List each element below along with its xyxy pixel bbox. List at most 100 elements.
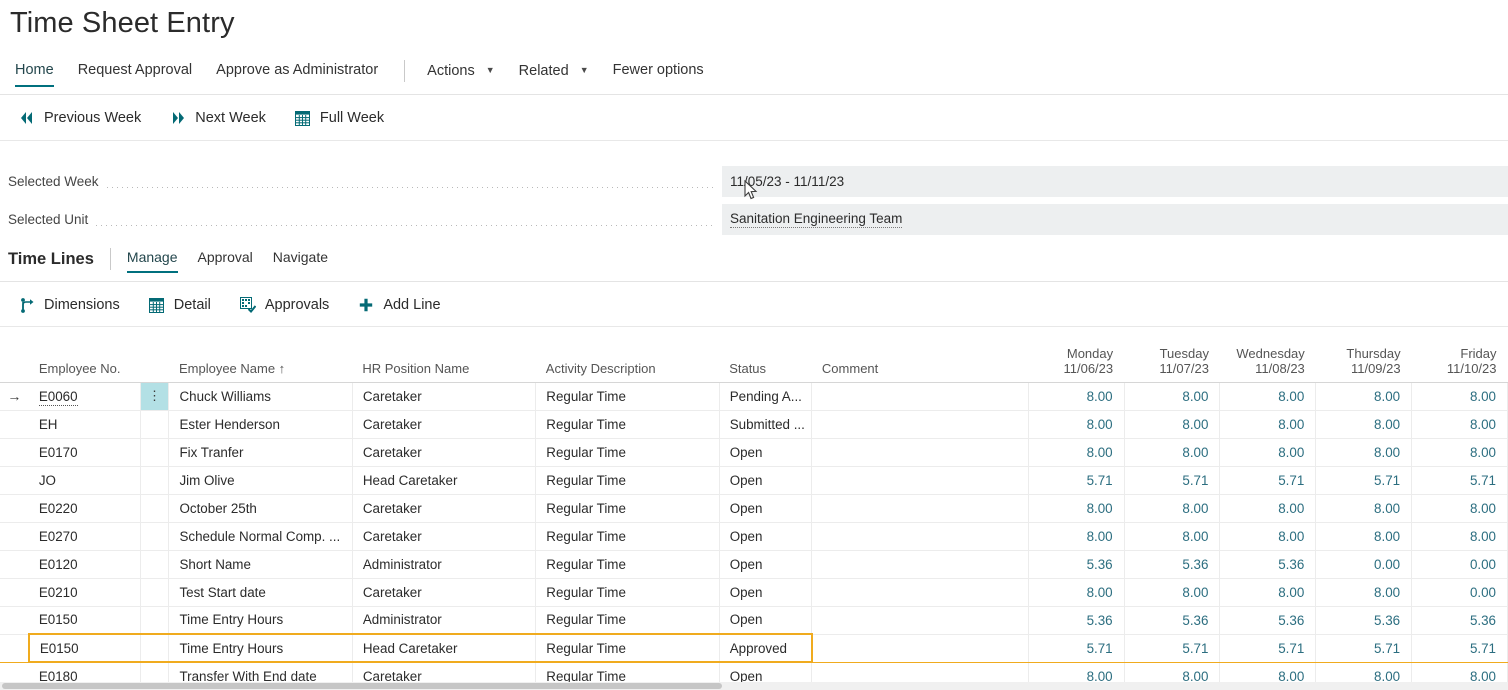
cell-hours-wednesday[interactable]: 8.00 bbox=[1220, 382, 1316, 410]
cell-comment[interactable] bbox=[812, 494, 1028, 522]
cell-status[interactable]: Approved bbox=[719, 634, 812, 662]
column-header-employee-name[interactable]: Employee Name ↑ bbox=[169, 336, 352, 382]
cell-employee-name[interactable]: Transfer With End date bbox=[169, 662, 352, 684]
table-row[interactable]: EHEster HendersonCaretakerRegular TimeSu… bbox=[0, 410, 1508, 438]
cell-hr-position-name[interactable]: Caretaker bbox=[352, 522, 535, 550]
cell-hours-wednesday[interactable]: 5.71 bbox=[1220, 466, 1316, 494]
table-row[interactable]: E0210Test Start dateCaretakerRegular Tim… bbox=[0, 578, 1508, 606]
cell-hours-thursday[interactable]: 8.00 bbox=[1316, 522, 1412, 550]
cell-employee-no[interactable]: EH bbox=[29, 410, 140, 438]
cell-hours-friday[interactable]: 8.00 bbox=[1412, 438, 1508, 466]
column-header-hr-position-name[interactable]: HR Position Name bbox=[352, 336, 535, 382]
cell-hours-friday[interactable]: 5.71 bbox=[1412, 634, 1508, 662]
cell-employee-no[interactable]: E0270 bbox=[29, 522, 140, 550]
cell-hours-thursday[interactable]: 8.00 bbox=[1316, 494, 1412, 522]
menu-item-actions[interactable]: Actions ▼ bbox=[427, 60, 495, 86]
cell-employee-no[interactable]: E0180 bbox=[29, 662, 140, 684]
cell-employee-no[interactable]: E0220 bbox=[29, 494, 140, 522]
cell-hr-position-name[interactable]: Caretaker bbox=[352, 382, 535, 410]
cell-hours-monday[interactable]: 8.00 bbox=[1028, 522, 1124, 550]
cell-hours-thursday[interactable]: 8.00 bbox=[1316, 578, 1412, 606]
cell-hours-tuesday[interactable]: 5.71 bbox=[1124, 466, 1220, 494]
cell-hours-friday[interactable]: 5.71 bbox=[1412, 466, 1508, 494]
column-header-tuesday[interactable]: Tuesday 11/07/23 bbox=[1124, 336, 1220, 382]
cell-status[interactable]: Open bbox=[719, 550, 812, 578]
cell-status[interactable]: Open bbox=[719, 466, 812, 494]
table-row[interactable]: E0170Fix TranferCaretakerRegular TimeOpe… bbox=[0, 438, 1508, 466]
cell-activity-description[interactable]: Regular Time bbox=[536, 410, 719, 438]
cell-hours-tuesday[interactable]: 8.00 bbox=[1124, 382, 1220, 410]
cell-hours-thursday[interactable]: 5.71 bbox=[1316, 634, 1412, 662]
cell-hours-wednesday[interactable]: 8.00 bbox=[1220, 662, 1316, 684]
time-lines-grid[interactable]: Employee No. Employee Name ↑ HR Position… bbox=[0, 336, 1508, 684]
cell-employee-name[interactable]: Test Start date bbox=[169, 578, 352, 606]
cell-hours-monday[interactable]: 8.00 bbox=[1028, 382, 1124, 410]
cell-hours-thursday[interactable]: 8.00 bbox=[1316, 382, 1412, 410]
cell-employee-no[interactable]: E0150 bbox=[29, 606, 140, 634]
tab-manage[interactable]: Manage bbox=[127, 248, 178, 273]
cell-hours-friday[interactable]: 5.36 bbox=[1412, 606, 1508, 634]
cell-comment[interactable] bbox=[812, 634, 1028, 662]
cell-status[interactable]: Submitted ... bbox=[719, 410, 812, 438]
cell-hours-thursday[interactable]: 8.00 bbox=[1316, 410, 1412, 438]
cell-hr-position-name[interactable]: Caretaker bbox=[352, 494, 535, 522]
cell-hours-monday[interactable]: 5.71 bbox=[1028, 634, 1124, 662]
cell-employee-name[interactable]: Ester Henderson bbox=[169, 410, 352, 438]
selected-unit-field[interactable]: Sanitation Engineering Team bbox=[722, 204, 1508, 235]
cell-comment[interactable] bbox=[812, 410, 1028, 438]
cell-status[interactable]: Open bbox=[719, 494, 812, 522]
cell-hours-monday[interactable]: 5.71 bbox=[1028, 466, 1124, 494]
column-header-activity-description[interactable]: Activity Description bbox=[536, 336, 719, 382]
cell-hours-tuesday[interactable]: 8.00 bbox=[1124, 494, 1220, 522]
table-row[interactable]: E0270Schedule Normal Comp. ...CaretakerR… bbox=[0, 522, 1508, 550]
add-line-button[interactable]: Add Line bbox=[357, 296, 440, 314]
row-menu-button[interactable] bbox=[140, 662, 169, 684]
menu-item-fewer-options[interactable]: Fewer options bbox=[613, 60, 704, 85]
cell-status[interactable]: Open bbox=[719, 438, 812, 466]
column-header-status[interactable]: Status bbox=[719, 336, 812, 382]
cell-activity-description[interactable]: Regular Time bbox=[536, 578, 719, 606]
cell-hours-friday[interactable]: 0.00 bbox=[1412, 578, 1508, 606]
cell-hours-monday[interactable]: 5.36 bbox=[1028, 550, 1124, 578]
cell-hours-friday[interactable]: 8.00 bbox=[1412, 494, 1508, 522]
next-week-button[interactable]: Next Week bbox=[169, 109, 266, 127]
cell-hr-position-name[interactable]: Caretaker bbox=[352, 578, 535, 606]
cell-status[interactable]: Open bbox=[719, 606, 812, 634]
cell-employee-name[interactable]: Short Name bbox=[169, 550, 352, 578]
tab-approval[interactable]: Approval bbox=[198, 248, 253, 271]
cell-hours-thursday[interactable]: 8.00 bbox=[1316, 438, 1412, 466]
cell-hours-monday[interactable]: 8.00 bbox=[1028, 410, 1124, 438]
row-menu-button[interactable] bbox=[140, 522, 169, 550]
table-row[interactable]: →E0060⋮Chuck WilliamsCaretakerRegular Ti… bbox=[0, 382, 1508, 410]
cell-comment[interactable] bbox=[812, 550, 1028, 578]
cell-employee-name[interactable]: October 25th bbox=[169, 494, 352, 522]
cell-hours-wednesday[interactable]: 8.00 bbox=[1220, 522, 1316, 550]
menu-item-approve-as-administrator[interactable]: Approve as Administrator bbox=[216, 60, 378, 85]
cell-hours-tuesday[interactable]: 5.71 bbox=[1124, 634, 1220, 662]
row-menu-button[interactable] bbox=[140, 410, 169, 438]
cell-hr-position-name[interactable]: Head Caretaker bbox=[352, 634, 535, 662]
menu-item-home[interactable]: Home bbox=[15, 60, 54, 87]
cell-hr-position-name[interactable]: Caretaker bbox=[352, 662, 535, 684]
cell-activity-description[interactable]: Regular Time bbox=[536, 662, 719, 684]
cell-activity-description[interactable]: Regular Time bbox=[536, 382, 719, 410]
cell-comment[interactable] bbox=[812, 382, 1028, 410]
cell-hours-wednesday[interactable]: 5.36 bbox=[1220, 606, 1316, 634]
cell-status[interactable]: Open bbox=[719, 522, 812, 550]
row-menu-button[interactable] bbox=[140, 578, 169, 606]
cell-status[interactable]: Pending A... bbox=[719, 382, 812, 410]
cell-hours-monday[interactable]: 8.00 bbox=[1028, 494, 1124, 522]
cell-activity-description[interactable]: Regular Time bbox=[536, 438, 719, 466]
table-row[interactable]: E0150Time Entry HoursAdministratorRegula… bbox=[0, 606, 1508, 634]
cell-activity-description[interactable]: Regular Time bbox=[536, 494, 719, 522]
cell-hours-friday[interactable]: 0.00 bbox=[1412, 550, 1508, 578]
cell-comment[interactable] bbox=[812, 466, 1028, 494]
cell-status[interactable]: Open bbox=[719, 578, 812, 606]
cell-hours-tuesday[interactable]: 5.36 bbox=[1124, 606, 1220, 634]
column-header-thursday[interactable]: Thursday 11/09/23 bbox=[1316, 336, 1412, 382]
cell-hours-thursday[interactable]: 0.00 bbox=[1316, 550, 1412, 578]
table-row[interactable]: JOJim OliveHead CaretakerRegular TimeOpe… bbox=[0, 466, 1508, 494]
cell-hours-monday[interactable]: 8.00 bbox=[1028, 662, 1124, 684]
cell-employee-no[interactable]: E0150 bbox=[29, 634, 140, 662]
cell-hours-tuesday[interactable]: 8.00 bbox=[1124, 410, 1220, 438]
